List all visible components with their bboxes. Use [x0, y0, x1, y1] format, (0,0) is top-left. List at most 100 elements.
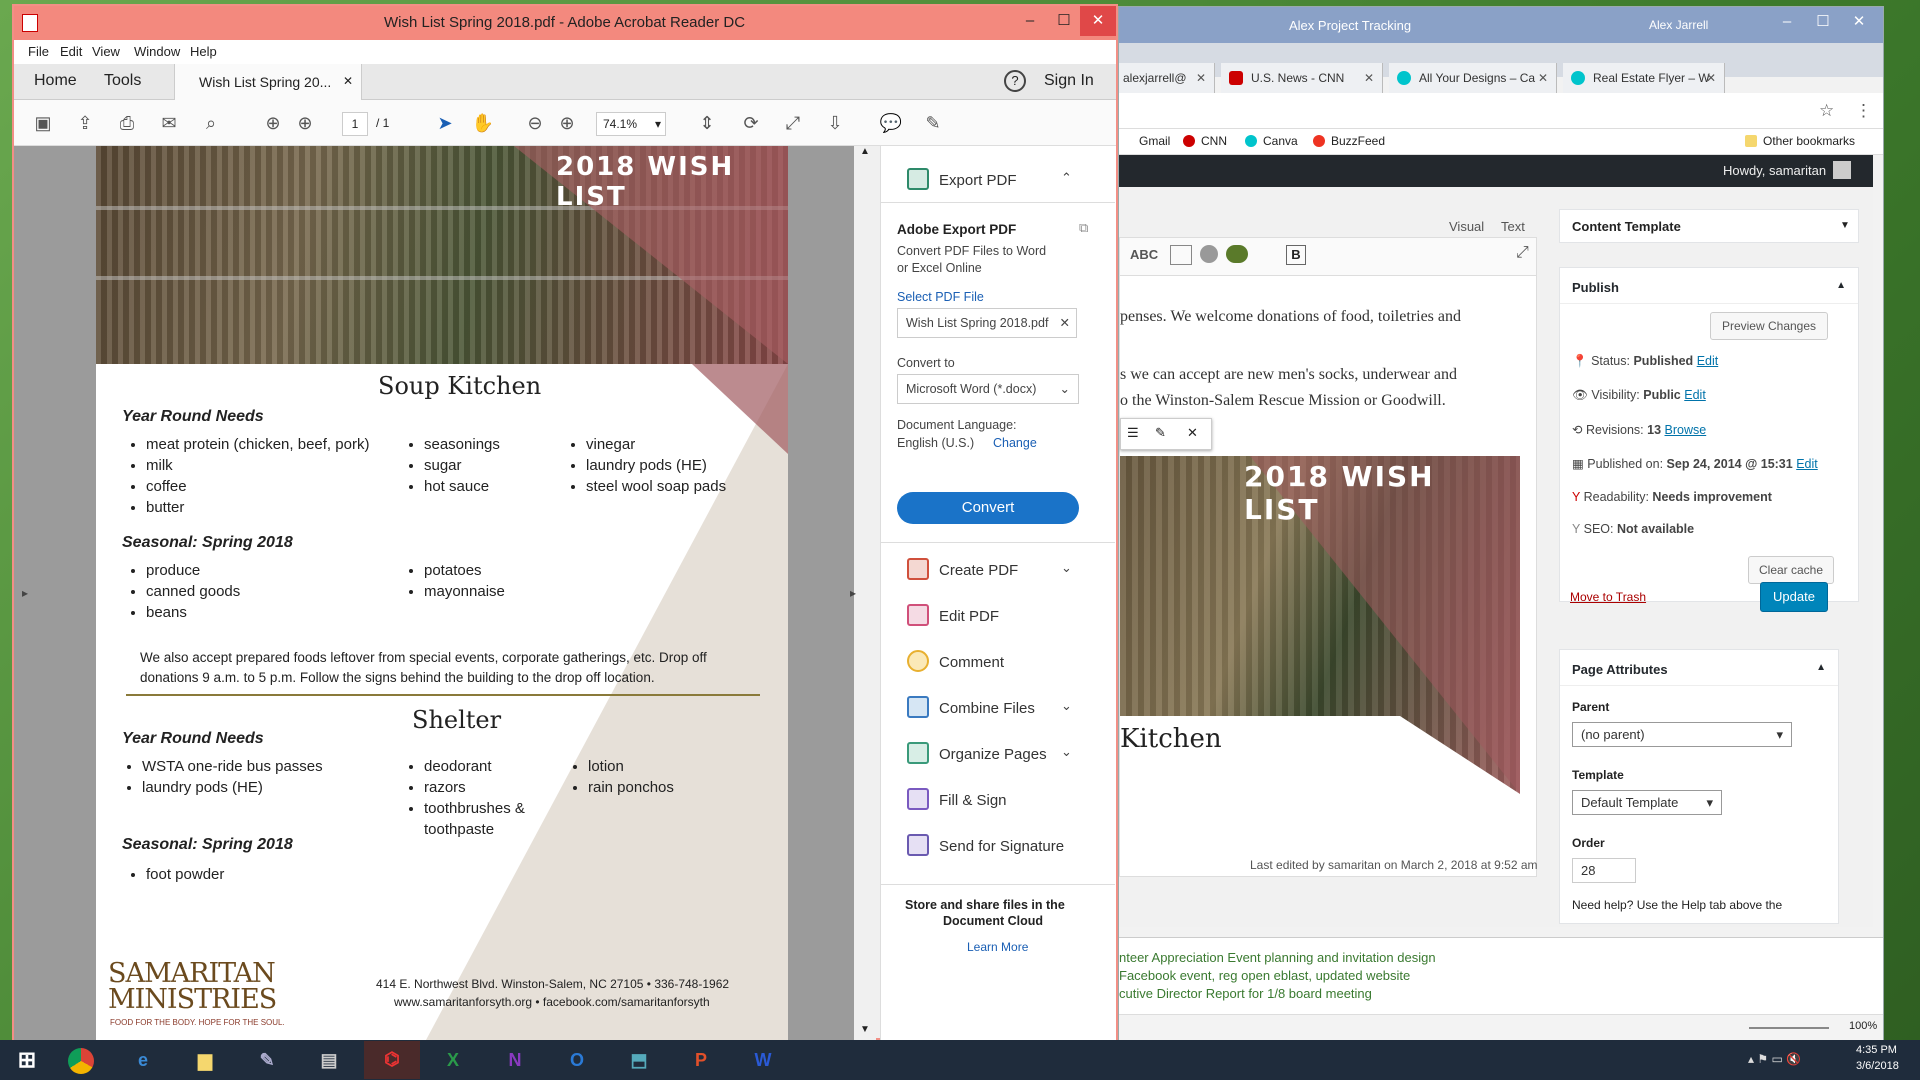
right-panel-toggle-icon[interactable]: ▸: [850, 586, 856, 600]
outlook-icon[interactable]: O: [552, 1042, 602, 1078]
next-page-icon[interactable]: ⊕: [292, 110, 318, 136]
prev-page-icon[interactable]: ⊕: [260, 110, 286, 136]
zoom-select[interactable]: 74.1% ▾: [596, 112, 666, 136]
powerpoint-icon[interactable]: P: [676, 1042, 726, 1078]
tab-visual[interactable]: Visual: [1449, 219, 1484, 234]
address-bar[interactable]: ☆ ⋮: [1119, 93, 1883, 129]
edit-date-link[interactable]: Edit: [1796, 457, 1818, 471]
howdy-label[interactable]: Howdy, samaritan: [1723, 163, 1826, 178]
scroll-mode-icon[interactable]: ⇩: [822, 110, 848, 136]
rotate-icon[interactable]: ⟳: [738, 110, 764, 136]
browser-tab[interactable]: Real Estate Flyer – W ✕: [1563, 63, 1725, 93]
scroll-up-icon[interactable]: ▲: [860, 146, 870, 157]
content-template-box[interactable]: Content Template ▼: [1559, 209, 1859, 243]
clock-time[interactable]: 4:35 PM: [1856, 1044, 1897, 1056]
star-icon[interactable]: ☆: [1819, 101, 1834, 121]
upload-icon[interactable]: ⇪: [72, 110, 98, 136]
close-tab-icon[interactable]: ✕: [1364, 63, 1374, 93]
clock-date[interactable]: 3/6/2018: [1856, 1060, 1899, 1072]
hand-tool-icon[interactable]: ✋: [470, 110, 496, 136]
calculator-icon[interactable]: ▤: [304, 1042, 354, 1078]
full-screen-icon[interactable]: ⤢: [780, 110, 806, 136]
tray-icons[interactable]: ▴ ⚑ ▭ 🔇: [1748, 1052, 1801, 1066]
publish-header[interactable]: Publish ▲: [1560, 268, 1858, 304]
edit-status-link[interactable]: Edit: [1697, 354, 1719, 368]
export-pdf-header[interactable]: Export PDF: [907, 168, 1017, 190]
sign-in-button[interactable]: Sign In: [1044, 72, 1094, 90]
close-tab-icon[interactable]: ✕: [343, 74, 353, 88]
tool-create-pdf[interactable]: Create PDF: [907, 558, 1018, 580]
menu-window[interactable]: Window: [134, 44, 180, 59]
spellcheck-icon[interactable]: ABC: [1130, 247, 1158, 262]
browser-tab[interactable]: All Your Designs – Ca ✕: [1389, 63, 1557, 93]
convert-button[interactable]: Convert: [897, 492, 1079, 524]
note-line[interactable]: Facebook event, reg open eblast, updated…: [1119, 968, 1410, 983]
menu-edit[interactable]: Edit: [60, 44, 82, 59]
clear-cache-button[interactable]: Clear cache: [1748, 556, 1834, 584]
close-tab-icon[interactable]: ✕: [1706, 63, 1716, 93]
toolbar-toggle-icon[interactable]: [1170, 245, 1192, 265]
zoom-slider[interactable]: [1749, 1027, 1829, 1029]
document-area[interactable]: 2018 WISH LIST Soup Kitchen Year Round N…: [14, 146, 876, 1040]
menu-help[interactable]: Help: [190, 44, 217, 59]
print-icon[interactable]: ⎙: [114, 110, 140, 136]
bookmark-gmail[interactable]: Gmail: [1139, 134, 1170, 148]
zoom-out-icon[interactable]: ⊖: [522, 110, 548, 136]
zoom-in-icon[interactable]: ⊕: [554, 110, 580, 136]
browser-tab[interactable]: alexjarrell@ ✕: [1119, 63, 1215, 93]
tool-comment[interactable]: Comment: [907, 650, 1004, 672]
bold-icon[interactable]: B: [1286, 245, 1306, 265]
page-attributes-header[interactable]: Page Attributes ▲: [1560, 650, 1838, 686]
plugin-icon[interactable]: [1226, 245, 1248, 263]
learn-more-link[interactable]: Learn More: [967, 940, 1028, 954]
word-icon[interactable]: W: [738, 1042, 788, 1078]
note-line[interactable]: cutive Director Report for 1/8 board mee…: [1119, 986, 1372, 1001]
menu-file[interactable]: File: [28, 44, 49, 59]
remove-file-icon[interactable]: ✕: [1060, 315, 1070, 330]
update-button[interactable]: Update: [1760, 582, 1828, 612]
close-tab-icon[interactable]: ✕: [1538, 63, 1548, 93]
minimize-button[interactable]: –: [1012, 6, 1048, 36]
bookmark-canva[interactable]: Canva: [1245, 134, 1298, 148]
parent-select[interactable]: (no parent) ▾: [1572, 722, 1792, 747]
chevron-down-icon[interactable]: ⌄: [1061, 744, 1072, 760]
tool-edit-pdf[interactable]: Edit PDF: [907, 604, 999, 626]
tab-document[interactable]: Wish List Spring 20... ✕: [174, 64, 362, 100]
post-editor[interactable]: ABC B ⤢ penses. We welcome donations of …: [1119, 237, 1538, 877]
tab-tools[interactable]: Tools: [104, 72, 141, 90]
tool-organize-pages[interactable]: Organize Pages: [907, 742, 1047, 764]
selected-file-field[interactable]: Wish List Spring 2018.pdf ✕: [897, 308, 1077, 338]
maximize-button[interactable]: ☐: [1805, 7, 1841, 37]
tool-fill-sign[interactable]: Fill & Sign: [907, 788, 1007, 810]
edit-image-icon[interactable]: ✎: [1155, 425, 1166, 441]
help-icon[interactable]: ?: [1004, 70, 1026, 92]
tool-combine-files[interactable]: Combine Files: [907, 696, 1035, 718]
bookmark-cnn[interactable]: CNN: [1183, 134, 1227, 148]
email-icon[interactable]: ✉: [156, 110, 182, 136]
sharepoint-icon[interactable]: ⬒: [614, 1042, 664, 1078]
highlight-icon[interactable]: ✎: [920, 110, 946, 136]
order-input[interactable]: 28: [1572, 858, 1636, 883]
maximize-button[interactable]: ☐: [1046, 6, 1082, 36]
chrome-icon[interactable]: [56, 1042, 106, 1078]
save-icon[interactable]: ▣: [30, 110, 56, 136]
scroll-down-icon[interactable]: ▼: [860, 1024, 870, 1035]
minimize-button[interactable]: –: [1769, 7, 1805, 37]
browser-tab[interactable]: U.S. News - CNN ✕: [1221, 63, 1383, 93]
select-tool-icon[interactable]: ➤: [432, 110, 458, 136]
menu-icon[interactable]: ⋮: [1855, 101, 1872, 121]
close-button[interactable]: ✕: [1841, 7, 1877, 37]
change-language-link[interactable]: Change: [993, 436, 1037, 450]
collapse-icon[interactable]: ⌃: [1061, 170, 1072, 186]
acrobat-taskbar-icon[interactable]: ⌬: [364, 1041, 420, 1079]
page-number-input[interactable]: 1: [342, 112, 368, 136]
close-button[interactable]: ✕: [1080, 6, 1116, 36]
edit-visibility-link[interactable]: Edit: [1684, 388, 1706, 402]
bookmark-other[interactable]: Other bookmarks: [1745, 134, 1855, 148]
onenote-icon[interactable]: N: [490, 1042, 540, 1078]
tool-send-for-signature[interactable]: Send for Signature: [907, 834, 1064, 856]
left-panel-toggle-icon[interactable]: ▸: [22, 586, 28, 600]
tab-home[interactable]: Home: [34, 72, 77, 90]
paint-icon[interactable]: ✎: [242, 1042, 292, 1078]
avatar[interactable]: [1833, 161, 1851, 179]
